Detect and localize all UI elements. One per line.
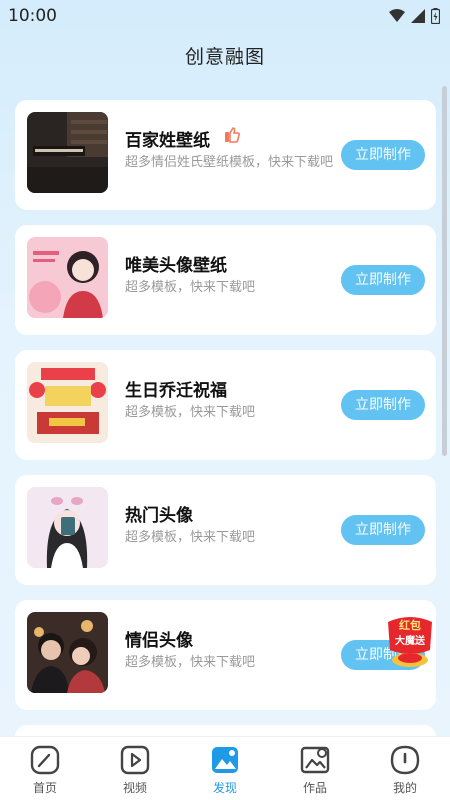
couple-avatar-thumb	[27, 612, 108, 693]
card-title: 热门头像	[125, 506, 193, 526]
works-icon	[300, 746, 330, 774]
card-surname-wallpaper[interactable]: 百家姓壁纸 超多情侣姓氏壁纸模板，快来下载吧 立即制作	[15, 100, 436, 210]
card-description: 超多模板，快来下载吧	[125, 655, 256, 670]
surname-wallpaper-thumb	[27, 112, 108, 193]
scrollbar[interactable]	[442, 86, 447, 456]
profile-icon	[390, 745, 420, 775]
discover-icon	[212, 747, 238, 773]
card-description: 超多模板，快来下载吧	[125, 280, 256, 295]
red-envelope-badge[interactable]: 红包 大魔送	[384, 610, 436, 670]
card-aesthetic-avatar[interactable]: 唯美头像壁纸 超多模板，快来下载吧 立即制作	[15, 225, 436, 335]
tab-discover[interactable]: 发现	[190, 737, 260, 800]
birthday-blessing-thumb	[27, 362, 108, 443]
tab-label: 视频	[122, 781, 147, 795]
aesthetic-avatar-thumb	[27, 237, 108, 318]
card-couple-avatar[interactable]: 情侣头像 超多模板，快来下载吧 立即制作	[15, 600, 436, 710]
status-icons	[389, 8, 440, 24]
status-bar: 10:00	[0, 0, 450, 32]
badge-line2: 大魔送	[395, 636, 425, 647]
signal-icon	[411, 9, 425, 23]
card-birthday-blessing[interactable]: 生日乔迁祝福 超多模板，快来下载吧 立即制作	[15, 350, 436, 460]
page-title: 创意融图	[184, 46, 265, 68]
popular-avatar-thumb	[27, 487, 108, 568]
wifi-icon	[389, 9, 405, 22]
tab-profile[interactable]: 我的	[370, 737, 440, 800]
card-description: 超多情侣姓氏壁纸模板，快来下载吧	[125, 155, 334, 170]
status-time: 10:00	[8, 6, 57, 26]
tab-home[interactable]: 首页	[10, 737, 80, 800]
card-title: 唯美头像壁纸	[125, 256, 227, 276]
bottom-tab-bar: 首页 视频 发现 作品 我的	[0, 736, 450, 800]
battery-icon	[431, 8, 440, 24]
tab-label: 首页	[32, 781, 57, 795]
tab-label: 我的	[392, 781, 417, 795]
card-title: 百家姓壁纸	[125, 131, 210, 151]
hot-icon	[225, 127, 240, 143]
make-now-button[interactable]: 立即制作	[341, 515, 425, 545]
tab-works[interactable]: 作品	[280, 737, 350, 800]
home-icon	[30, 745, 60, 775]
card-description: 超多模板，快来下载吧	[125, 405, 256, 420]
tab-label: 发现	[212, 781, 237, 795]
card-title: 生日乔迁祝福	[125, 381, 227, 401]
make-now-button[interactable]: 立即制作	[341, 140, 425, 170]
make-now-button[interactable]: 立即制作	[341, 265, 425, 295]
card-description: 超多模板，快来下载吧	[125, 530, 256, 545]
card-popular-avatar[interactable]: 热门头像 超多模板，快来下载吧 立即制作	[15, 475, 436, 585]
video-icon	[120, 745, 150, 775]
badge-line1: 红包	[399, 619, 421, 632]
tab-video[interactable]: 视频	[100, 737, 170, 800]
tab-label: 作品	[302, 781, 327, 795]
make-now-button[interactable]: 立即制作	[341, 390, 425, 420]
card-title: 情侣头像	[125, 631, 193, 651]
